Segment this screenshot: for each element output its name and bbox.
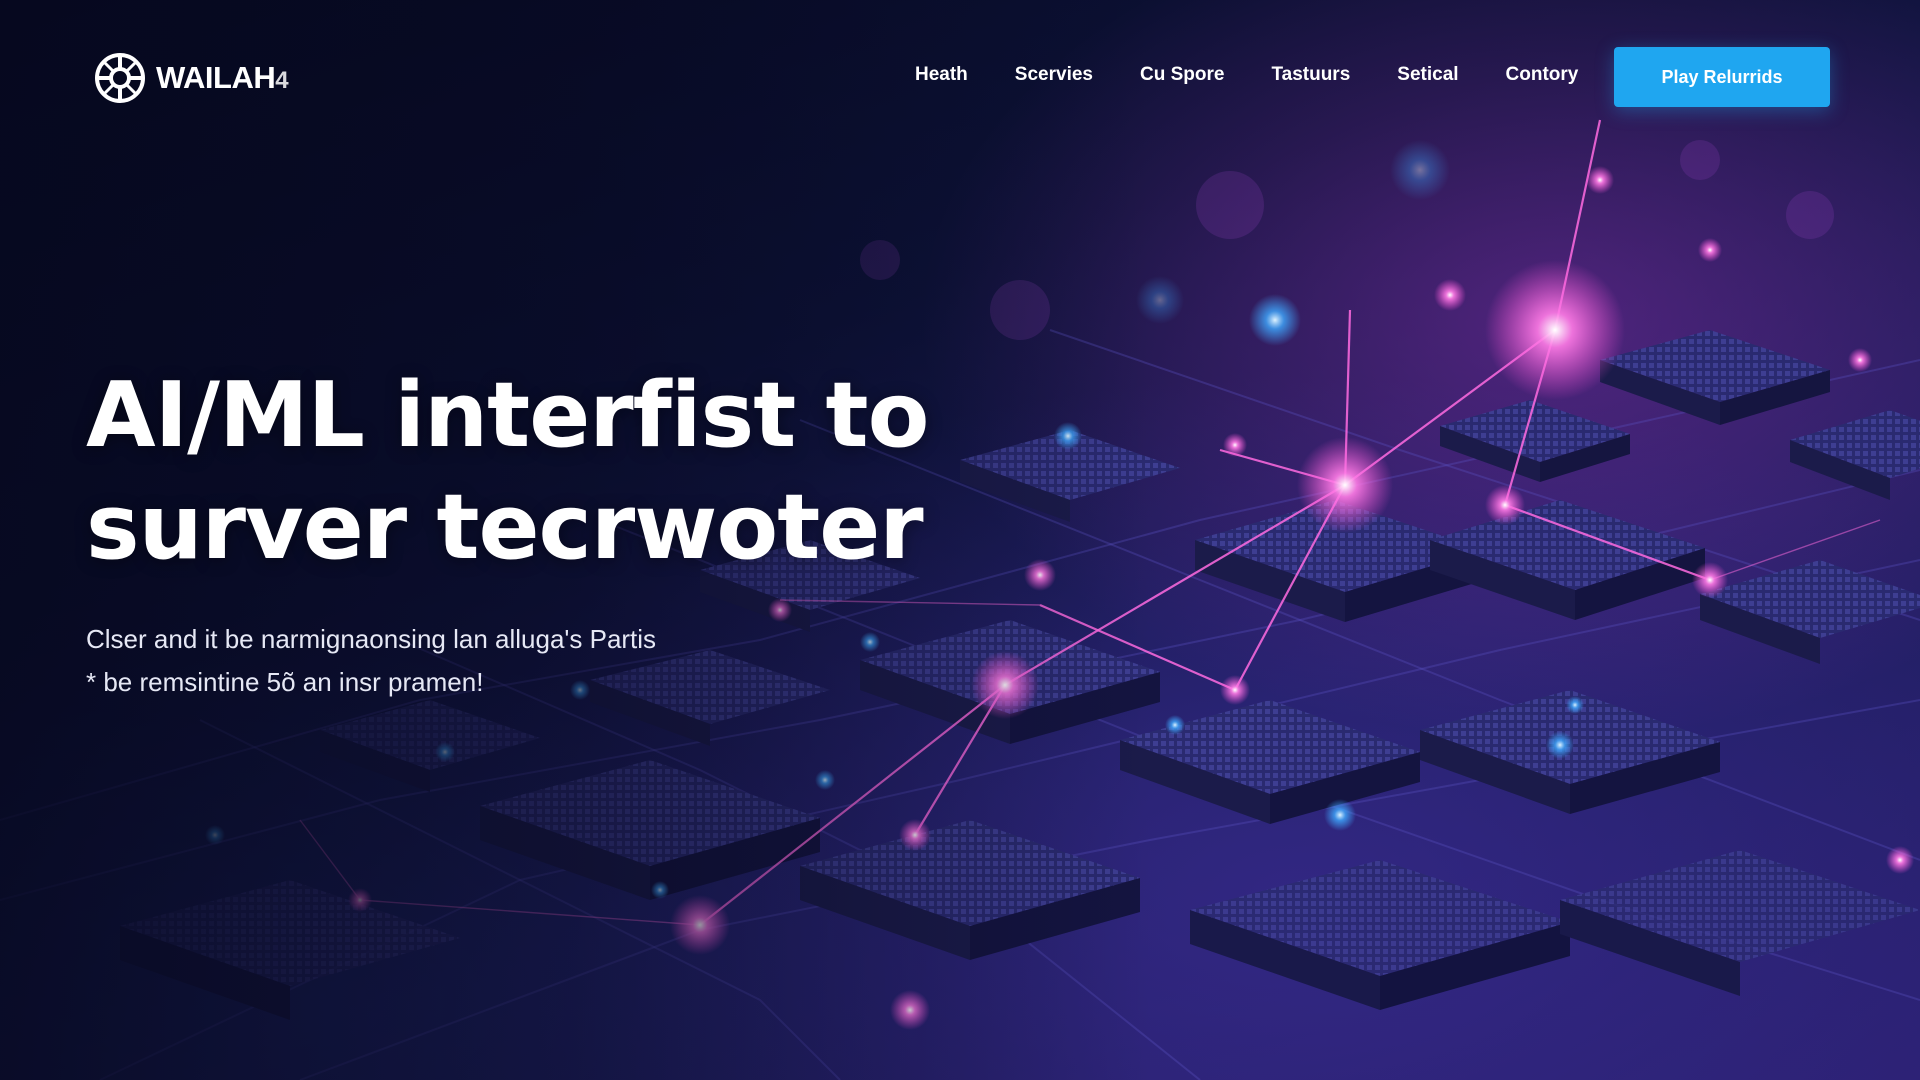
landing-page: WAILAH4 Heath Scervies Cu Spore Tastuurs…	[0, 0, 1920, 1080]
hero-subtitle-line-1: Clser and it be narmignaonsing lan allug…	[86, 624, 657, 654]
nav-item-tastuurs[interactable]: Tastuurs	[1271, 64, 1350, 86]
main-navigation: Heath Scervies Cu Spore Tastuurs Setical…	[915, 64, 1625, 86]
hero-subtitle: Clser and it be narmignaonsing lan allug…	[86, 618, 986, 704]
circuit-gear-icon	[95, 53, 145, 103]
nav-item-contory[interactable]: Contory	[1506, 64, 1579, 86]
cta-button[interactable]: Play Relurrids	[1614, 47, 1830, 107]
hero-title: AI/ML interfist to surver tecrwoter	[86, 360, 986, 584]
hero-subtitle-line-2: * be remsintine 5õ an insr pramen!	[86, 667, 484, 697]
nav-item-scervies[interactable]: Scervies	[1015, 64, 1093, 86]
hero-section: AI/ML interfist to surver tecrwoter Clse…	[86, 360, 986, 704]
hero-title-line-1: AI/ML interfist to	[86, 363, 929, 468]
brand-logo[interactable]: WAILAH4	[94, 52, 289, 104]
site-header: WAILAH4 Heath Scervies Cu Spore Tastuurs…	[0, 0, 1920, 150]
brand-name: WAILAH4	[156, 60, 289, 95]
nav-item-setical[interactable]: Setical	[1397, 64, 1458, 86]
nav-item-heath[interactable]: Heath	[915, 64, 968, 86]
hero-title-line-2: surver tecrwoter	[86, 475, 924, 580]
nav-item-cu-spore[interactable]: Cu Spore	[1140, 64, 1224, 86]
